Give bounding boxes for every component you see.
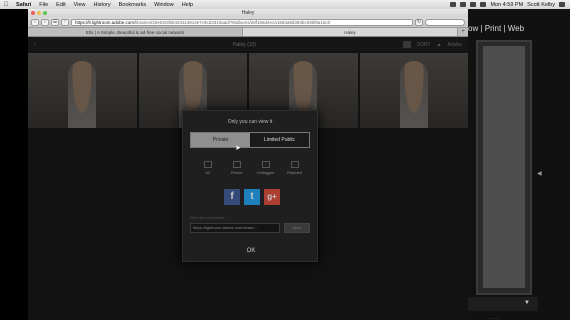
background-panel-content	[483, 46, 525, 288]
dropbox-icon[interactable]	[450, 2, 457, 7]
social-buttons: f t g+	[224, 189, 280, 205]
filter-label: Unflagged	[256, 171, 275, 175]
tab-haley[interactable]: Haley	[243, 28, 458, 36]
browser-toolbar: ‹ › ☰ ↑ https://lr.lightroom.adobe.com/l…	[28, 17, 468, 28]
minimize-window-icon[interactable]	[37, 11, 41, 15]
private-option[interactable]: Private	[191, 133, 250, 147]
user-name[interactable]: Scott Kelby	[527, 2, 555, 8]
reload-icon[interactable]: ↻	[415, 18, 423, 26]
window-title: Haley	[241, 10, 255, 16]
back-icon[interactable]: ‹	[31, 18, 39, 26]
dropdown-caret-icon[interactable]: ▼	[524, 300, 530, 306]
filter-all[interactable]: All	[196, 161, 220, 175]
wifi-icon[interactable]	[460, 2, 467, 7]
screen:  Safari File Edit View History Bookmark…	[0, 0, 570, 320]
google-plus-icon[interactable]: g+	[264, 189, 280, 205]
rejected-flag-icon	[290, 161, 299, 168]
dialog-title: Only you can view it	[227, 119, 273, 125]
lightroom-page: ‹ Haley (10) SORT ▲ Adobe Only you can v…	[28, 38, 468, 320]
close-window-icon[interactable]	[31, 11, 35, 15]
window-controls	[31, 11, 47, 15]
filter-label: Rejected	[287, 171, 302, 175]
menu-bar:  Safari File Edit View History Bookmark…	[0, 0, 570, 9]
menu-edit[interactable]: Edit	[52, 2, 69, 8]
menu-view[interactable]: View	[70, 2, 90, 8]
ok-button[interactable]: OK	[183, 248, 319, 254]
search-field[interactable]	[425, 18, 465, 26]
filter-label: Picked	[230, 171, 243, 175]
sidebar-icon[interactable]: ☰	[51, 18, 59, 26]
filter-unflagged[interactable]: Unflagged	[254, 161, 278, 175]
tab-bar: Ello | A Simple, Beautiful & ad-free soc…	[28, 28, 468, 37]
unflagged-icon	[261, 161, 270, 168]
menu-window[interactable]: Window	[150, 2, 178, 8]
all-icon	[203, 161, 212, 168]
volume-icon[interactable]	[470, 2, 477, 7]
picked-flag-icon	[232, 161, 241, 168]
battery-icon[interactable]	[480, 2, 487, 7]
filter-rejected[interactable]: Rejected	[283, 161, 307, 175]
filter-picked[interactable]: Picked	[225, 161, 249, 175]
zoom-window-icon[interactable]	[43, 11, 47, 15]
background-panel	[476, 40, 532, 295]
spotlight-icon[interactable]	[559, 2, 565, 7]
facebook-icon[interactable]: f	[224, 189, 240, 205]
twitter-icon[interactable]: t	[244, 189, 260, 205]
apple-menu-icon[interactable]: 	[0, 2, 12, 8]
status-area: Mon 4:59 PM Scott Kelby	[450, 2, 570, 8]
title-bar: Haley	[28, 9, 468, 17]
url-path: /libraries/20e03c0b5434113914e7c9cd3310a…	[134, 19, 331, 25]
panel-collapse-arrow-icon[interactable]: ◀	[537, 170, 542, 177]
visibility-toggle: Private Limited Public	[190, 132, 310, 148]
menu-bookmarks[interactable]: Bookmarks	[115, 2, 151, 8]
address-bar[interactable]: https://lr.lightroom.adobe.com/libraries…	[71, 18, 413, 26]
share-dialog: Only you can view it Private Limited Pub…	[182, 110, 318, 262]
mouse-cursor-icon: ➤	[235, 145, 241, 152]
flag-filters: All Picked Unflagged Rejected	[183, 161, 319, 175]
tab-ello[interactable]: Ello | A Simple, Beautiful & ad-free soc…	[28, 28, 243, 36]
share-link-field[interactable]: https://lightroom.adobe.com/share/...	[190, 223, 280, 233]
limited-public-option[interactable]: Limited Public	[250, 133, 309, 147]
clock[interactable]: Mon 4:59 PM	[490, 2, 523, 8]
module-picker[interactable]: ow | Print | Web	[468, 24, 524, 33]
share-link-label: Prev link once public	[190, 216, 225, 220]
open-link-button[interactable]: Open	[284, 223, 310, 233]
filter-label: All	[205, 171, 210, 175]
share-icon[interactable]: ↑	[61, 18, 69, 26]
forward-icon[interactable]: ›	[41, 18, 49, 26]
menu-help[interactable]: Help	[178, 2, 197, 8]
menu-file[interactable]: File	[35, 2, 52, 8]
safari-window: Haley ‹ › ☰ ↑ https://lr.lightroom.adobe…	[28, 9, 468, 320]
menu-history[interactable]: History	[89, 2, 114, 8]
new-tab-button[interactable]: +	[458, 28, 468, 36]
menu-safari[interactable]: Safari	[12, 2, 35, 8]
url-host: https://lr.lightroom.adobe.com	[75, 19, 135, 25]
background-footer: ………	[488, 315, 500, 320]
